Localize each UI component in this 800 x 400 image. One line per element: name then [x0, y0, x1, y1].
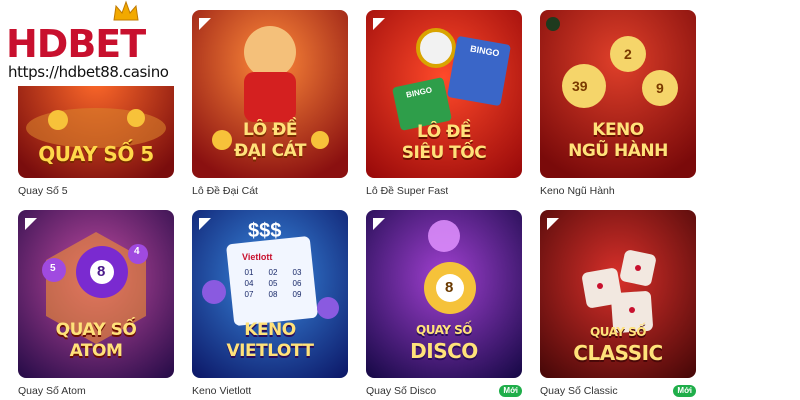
game-card-keno-vietlott[interactable]: $$$ Vietlott 01 02 03 04 05 06 07 08 09 KENO VI…	[192, 210, 348, 397]
game-thumbnail[interactable]: 8 QUAY SỐ DISCO	[366, 210, 522, 378]
game-caption: Keno Ngũ Hành	[540, 185, 615, 197]
ball-number: 39	[572, 78, 588, 94]
art-title: QUAY SỐ CLASSIC	[573, 325, 663, 365]
game-thumbnail[interactable]: $$$ Vietlott 01 02 03 04 05 06 07 08 09 KENO VI…	[192, 210, 348, 378]
art-title: QUAY SỐ 5	[38, 142, 154, 166]
ball-number: 8	[445, 279, 454, 296]
game-card-keno-ngu-hanh[interactable]: 39 2 9 KENO NGŨ HÀNH Keno Ngũ Hành	[540, 10, 696, 197]
provider-logo-icon	[546, 17, 560, 31]
art-title: LÔ ĐỀ SIÊU TỐC	[401, 122, 487, 163]
game-caption: Quay Số Atom	[18, 385, 86, 397]
new-badge: Mới	[499, 385, 522, 397]
new-badge: Mới	[673, 385, 696, 397]
game-card-quay-so-classic[interactable]: QUAY SỐ CLASSIC Quay Số Classic Mới	[540, 210, 696, 397]
game-thumbnail[interactable]: BINGO BINGO LÔ ĐỀ SIÊU TỐC	[366, 10, 522, 178]
provider-logo-icon	[199, 218, 211, 230]
game-caption: Lô Đề Super Fast	[366, 185, 449, 197]
number-grid: 01 02 03 04 05 06 07 08 09	[244, 268, 302, 299]
provider-logo-icon	[373, 18, 385, 30]
art-title: QUAY SỐ ATOM	[55, 320, 137, 361]
game-card-quay-so-atom[interactable]: 8 4 5 QUAY SỐ ATOM Quay Số Atom	[18, 210, 174, 397]
game-caption: Quay Số Disco	[366, 385, 437, 397]
ball-number: 9	[656, 80, 664, 96]
game-caption: Quay Số Classic	[540, 385, 618, 397]
art-label-dollars: $$$	[248, 220, 282, 242]
game-thumbnail[interactable]: 39 2 9 KENO NGŨ HÀNH	[540, 10, 696, 178]
watermark-logo: HDBET https://hdbet88.casino	[0, 0, 176, 86]
game-thumbnail[interactable]: QUAY SỐ CLASSIC	[540, 210, 696, 378]
ball-number: 5	[50, 263, 56, 274]
ball-number: 4	[134, 246, 140, 257]
provider-logo-icon	[547, 218, 559, 230]
crown-icon	[113, 0, 139, 21]
game-card-quay-so-disco[interactable]: 8 QUAY SỐ DISCO Quay Số Disco Mới	[366, 210, 522, 397]
game-caption: Keno Vietlott	[192, 385, 252, 397]
art-title: QUAY SỐ DISCO	[410, 323, 478, 363]
art-title: KENO VIETLOTT	[226, 320, 314, 361]
ball-number: 2	[624, 46, 632, 62]
provider-logo-icon	[199, 18, 211, 30]
game-caption: Lô Đề Đại Cát	[192, 185, 258, 197]
game-thumbnail[interactable]: LÔ ĐỀ ĐẠI CÁT	[192, 10, 348, 178]
game-caption: Quay Số 5	[18, 185, 68, 197]
brand-url: https://hdbet88.casino	[8, 63, 169, 81]
provider-logo-icon	[25, 218, 37, 230]
art-title: KENO NGŨ HÀNH	[568, 120, 668, 161]
ball-number: 8	[97, 263, 106, 280]
brand-name: HDBET	[6, 22, 146, 66]
game-card-lo-de-dai-cat[interactable]: LÔ ĐỀ ĐẠI CÁT Lô Đề Đại Cát	[192, 10, 348, 197]
art-title: LÔ ĐỀ ĐẠI CÁT	[233, 120, 307, 161]
provider-logo-icon	[373, 218, 385, 230]
game-card-lo-de-super-fast[interactable]: BINGO BINGO LÔ ĐỀ SIÊU TỐC Lô Đề Super Fa…	[366, 10, 522, 197]
game-thumbnail[interactable]: 8 4 5 QUAY SỐ ATOM	[18, 210, 174, 378]
art-label-vietlott: Vietlott	[242, 252, 273, 262]
